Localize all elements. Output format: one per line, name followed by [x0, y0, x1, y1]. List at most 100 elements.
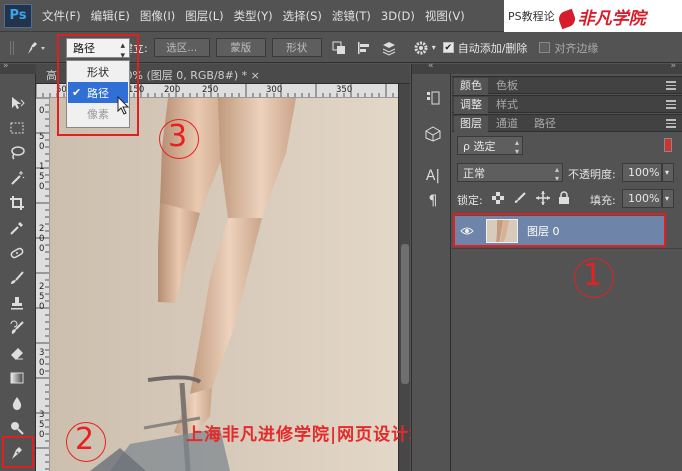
- move-tool-icon[interactable]: [6, 94, 28, 112]
- layers-empty-area: [452, 248, 682, 471]
- menu-select[interactable]: 选择(S): [283, 8, 322, 24]
- eraser-tool-icon[interactable]: [6, 344, 28, 362]
- tools-panel-header: »: [0, 61, 36, 74]
- ruler-label: 1: [39, 162, 45, 172]
- menu-3d[interactable]: 3D(D): [381, 9, 415, 23]
- updown-arrow-icon: ▴ ▾: [554, 165, 559, 183]
- lock-label: 锁定:: [457, 194, 483, 207]
- menu-image[interactable]: 图像(I): [140, 8, 175, 24]
- paragraph-panel-icon[interactable]: ¶: [425, 193, 441, 209]
- grip-icon: [6, 40, 18, 56]
- ruler-label: 3: [39, 348, 45, 358]
- scrollbar-thumb[interactable]: [401, 244, 409, 384]
- make-mask-button[interactable]: 蒙版: [215, 38, 266, 57]
- dodge-tool-icon[interactable]: [6, 419, 28, 437]
- layer-filter-select[interactable]: ρ 选定 ▴ ▾: [457, 136, 523, 156]
- opacity-input[interactable]: 100%: [622, 163, 662, 182]
- align-edges-label: 对齐边缘: [554, 41, 599, 55]
- fill-label: 填充:: [590, 194, 616, 207]
- lock-pixels-icon[interactable]: [514, 192, 526, 207]
- tab-channels[interactable]: 通道: [490, 116, 524, 132]
- ruler-label: 0: [39, 358, 45, 368]
- ruler-label: 200: [164, 85, 181, 95]
- right-panels: » 颜色 色板 调整 样式 图层 通道 路径 ρ 选定 ▴ ▾ 正常 ▴ ▾ 不透明…: [452, 61, 682, 471]
- gear-dropdown-icon[interactable]: ▾: [429, 40, 439, 56]
- blur-tool-icon[interactable]: [6, 394, 28, 412]
- document-canvas[interactable]: [50, 98, 398, 471]
- crop-tool-icon[interactable]: [6, 194, 28, 212]
- ruler-label: 5: [39, 292, 45, 302]
- auto-add-delete-checkbox[interactable]: ✔: [442, 42, 454, 53]
- opacity-dropdown-icon[interactable]: ▾: [662, 163, 674, 182]
- ruler-label: 300: [266, 85, 283, 95]
- menu-view[interactable]: 视图(V): [425, 8, 465, 24]
- lasso-tool-icon[interactable]: [6, 144, 28, 162]
- align-edges-checkbox[interactable]: [539, 42, 551, 53]
- tab-adjustments[interactable]: 调整: [454, 97, 488, 113]
- gear-icon[interactable]: [413, 40, 429, 56]
- character-panel-icon[interactable]: A|: [425, 168, 441, 184]
- path-operations-icon[interactable]: [331, 40, 347, 56]
- ruler-label: 3: [39, 410, 45, 420]
- watermark-logo: 非凡学院: [556, 4, 646, 29]
- tab-swatches[interactable]: 色板: [490, 78, 524, 94]
- annotation-number-2: 2: [75, 422, 95, 457]
- panel-menu-icon[interactable]: [666, 81, 676, 91]
- magic-wand-tool-icon[interactable]: [6, 169, 28, 187]
- gradient-tool-icon[interactable]: [6, 369, 28, 387]
- menu-filter[interactable]: 滤镜(T): [332, 8, 371, 24]
- vertical-ruler: 0 5 0 1 5 0 2 0 0 2 5 0 3 0 0 3 5 0: [36, 98, 50, 471]
- panel-menu-icon[interactable]: [666, 119, 676, 129]
- close-icon[interactable]: ×: [251, 69, 260, 82]
- panel-menu-icon[interactable]: [666, 100, 676, 110]
- collapse-panels-icon[interactable]: »: [670, 61, 676, 71]
- layers-panel-tabs: 图层 通道 路径: [452, 114, 682, 132]
- ruler-label: 250: [202, 85, 219, 95]
- fill-input[interactable]: 100%: [622, 189, 662, 208]
- tab-layers[interactable]: 图层: [454, 116, 488, 132]
- healing-brush-tool-icon[interactable]: [6, 244, 28, 262]
- ruler-label: 0: [39, 368, 45, 378]
- annotation-number-3: 3: [168, 119, 188, 154]
- menu-bar: Ps 文件(F) 编辑(E) 图像(I) 图层(L) 类型(Y) 选择(S) 滤…: [0, 0, 682, 32]
- ruler-label: 0: [39, 106, 45, 116]
- tools-panel: »: [0, 61, 36, 471]
- lock-position-icon[interactable]: [536, 191, 550, 208]
- panels-header: »: [452, 61, 682, 74]
- menu-edit[interactable]: 编辑(E): [91, 8, 130, 24]
- ruler-label: 0: [39, 234, 45, 244]
- tab-color[interactable]: 颜色: [454, 78, 488, 94]
- brush-tool-icon[interactable]: [6, 269, 28, 287]
- eyedropper-tool-icon[interactable]: [6, 219, 28, 237]
- annotation-box-mode: [57, 34, 139, 136]
- lock-transparent-icon[interactable]: [492, 192, 504, 207]
- marquee-tool-icon[interactable]: [6, 119, 28, 137]
- filter-toggle[interactable]: [664, 138, 672, 152]
- adjust-panel-tabs: 调整 样式: [452, 95, 682, 113]
- watermark-logo-text: 非凡学院: [577, 8, 646, 29]
- path-alignment-icon[interactable]: [356, 40, 372, 56]
- pen-tool-preset-icon[interactable]: [24, 40, 50, 56]
- history-panel-icon[interactable]: [425, 90, 441, 106]
- make-shape-button[interactable]: 形状: [271, 38, 322, 57]
- expand-icon[interactable]: «: [428, 61, 434, 71]
- menu-file[interactable]: 文件(F): [42, 8, 81, 24]
- history-brush-tool-icon[interactable]: [6, 319, 28, 337]
- make-selection-button[interactable]: 选区...: [153, 38, 210, 57]
- menu-type[interactable]: 类型(Y): [234, 8, 273, 24]
- collapse-icon[interactable]: »: [3, 61, 9, 71]
- auto-add-delete-label: 自动添加/删除: [457, 41, 528, 55]
- tab-paths[interactable]: 路径: [528, 116, 562, 132]
- path-arrangement-icon[interactable]: [381, 40, 397, 56]
- vertical-scrollbar[interactable]: [398, 84, 410, 471]
- ruler-label: 5: [39, 420, 45, 430]
- lock-all-icon[interactable]: [558, 191, 570, 208]
- tab-styles[interactable]: 样式: [490, 97, 524, 113]
- blend-mode-select[interactable]: 正常 ▴ ▾: [457, 163, 563, 183]
- ruler-label: 0: [39, 142, 45, 152]
- menu-layer[interactable]: 图层(L): [185, 8, 223, 24]
- legs-photo: [90, 98, 296, 471]
- 3d-panel-icon[interactable]: [425, 126, 441, 142]
- fill-dropdown-icon[interactable]: ▾: [662, 189, 674, 208]
- clone-stamp-tool-icon[interactable]: [6, 294, 28, 312]
